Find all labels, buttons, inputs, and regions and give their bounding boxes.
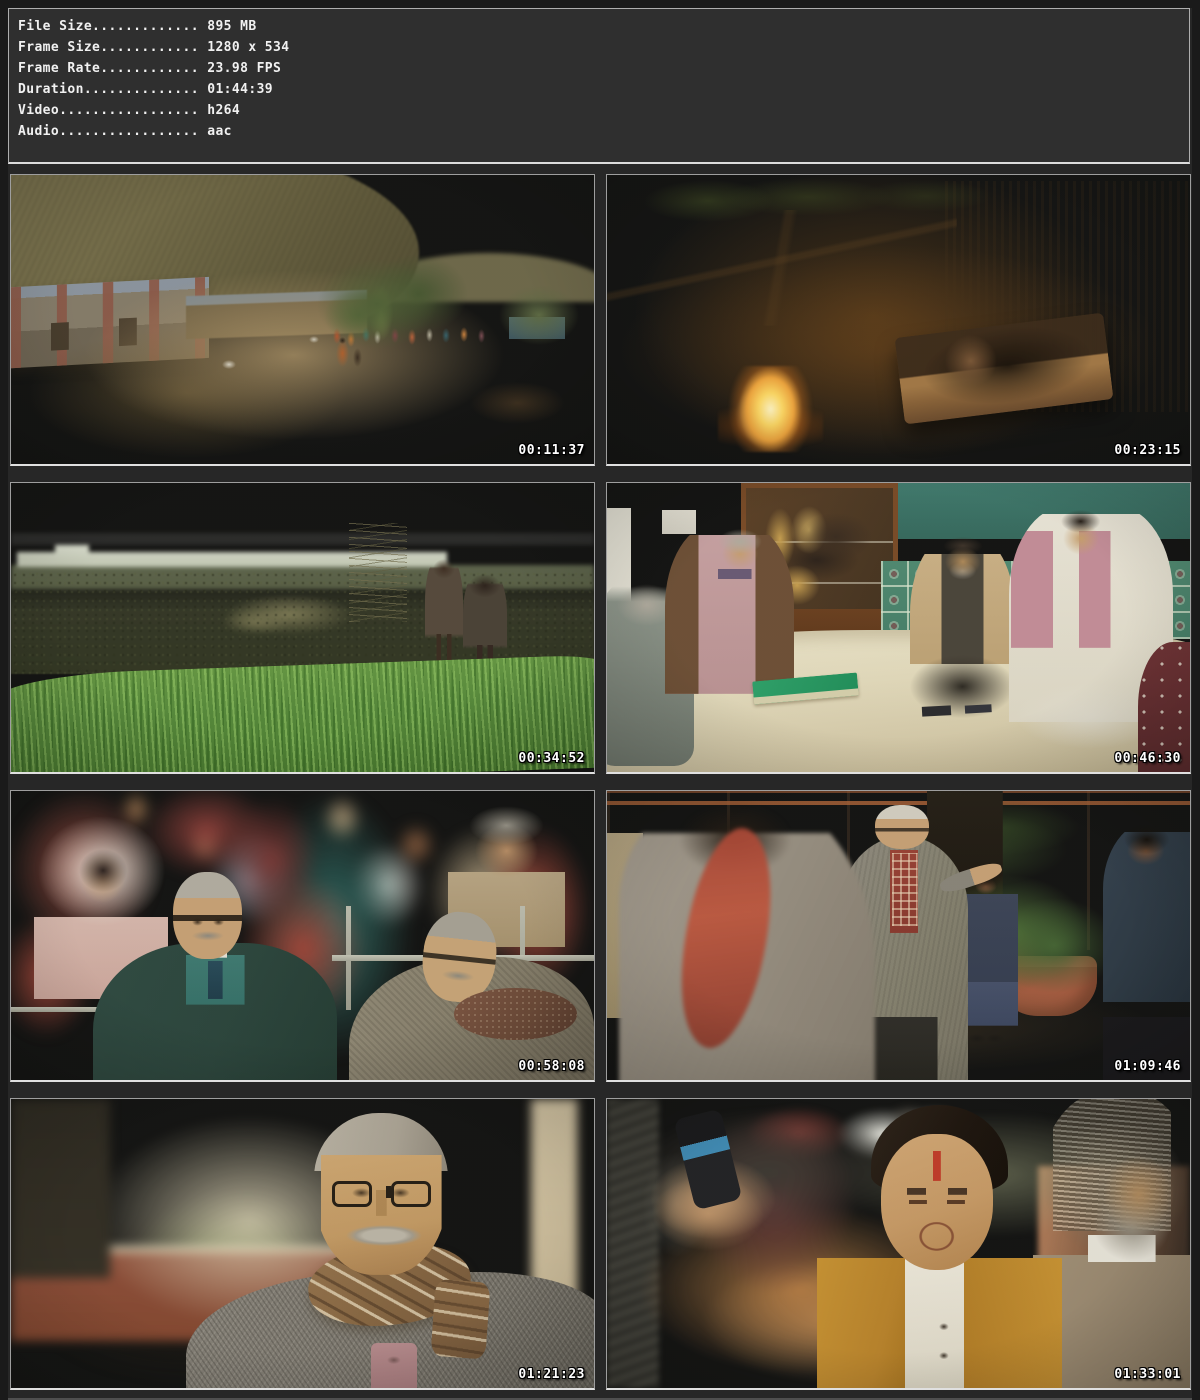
file-info-label: Video................. [18, 103, 207, 118]
scene-brown-scarf [454, 988, 576, 1040]
timestamp-overlay: 00:34:52 [518, 751, 585, 766]
scene-phones [921, 701, 992, 719]
timestamp-overlay: 00:23:15 [1114, 443, 1181, 458]
scene-campfire [718, 366, 823, 453]
file-info-value: 1280 x 534 [207, 40, 289, 55]
screenshot-thumb-5: 00:58:08 [10, 790, 595, 1082]
screenshot-thumb-8: 01:33:01 [606, 1098, 1191, 1390]
scene-man-orange-vest [817, 1105, 1062, 1390]
file-info-row-audio: Audio................. aac [18, 121, 1189, 142]
file-info-label: Audio................. [18, 124, 207, 139]
scene-kid-left [425, 555, 463, 671]
scene-elderly-face [314, 1113, 448, 1275]
scene-man-navy [1103, 820, 1191, 1082]
scene-man-green-suit [93, 872, 338, 1082]
file-info-label: Frame Size............ [18, 40, 207, 55]
screenshot-thumb-6: 01:09:46 [606, 790, 1191, 1082]
timestamp-overlay: 01:21:23 [518, 1367, 585, 1382]
timestamp-overlay: 01:09:46 [1114, 1059, 1181, 1074]
file-info-label: Duration.............. [18, 82, 207, 97]
scene-dry-weeds [349, 523, 407, 621]
file-info-label: Frame Rate............ [18, 61, 207, 76]
timestamp-overlay: 00:58:08 [518, 1059, 585, 1074]
file-info-value: 23.98 FPS [207, 61, 281, 76]
screenshot-thumb-4: 00:46:30 [606, 482, 1191, 774]
file-info-value: h264 [207, 103, 240, 118]
screenshot-thumb-1: 00:11:37 [10, 174, 595, 466]
timestamp-overlay: 00:46:30 [1114, 751, 1181, 766]
file-info-value: aac [207, 124, 232, 139]
file-info-row-framerate: Frame Rate............ 23.98 FPS [18, 58, 1189, 79]
file-info-row-duration: Duration.............. 01:44:39 [18, 79, 1189, 100]
scene-green-crop [10, 654, 595, 774]
scene-hands-holding-mic [642, 1122, 782, 1272]
scene-villagers-trees [11, 175, 594, 464]
screenshot-thumb-3: 00:34:52 [10, 482, 595, 774]
timestamp-overlay: 01:33:01 [1114, 1367, 1181, 1382]
timestamp-overlay: 00:11:37 [518, 443, 585, 458]
screenshot-thumb-2: 00:23:15 [606, 174, 1191, 466]
file-info-panel: File Size............. 895 MB Frame Size… [8, 8, 1190, 164]
screenshot-grid: 00:11:37 00:23:15 00:34:52 00:46:30 [10, 174, 1191, 1390]
file-info-row-filesize: File Size............. 895 MB [18, 16, 1189, 37]
file-info-row-video: Video................. h264 [18, 100, 1189, 121]
file-info-row-framesize: Frame Size............ 1280 x 534 [18, 37, 1189, 58]
screenshot-thumb-7: 01:21:23 [10, 1098, 595, 1390]
file-info-label: File Size............. [18, 19, 207, 34]
file-info-value: 01:44:39 [207, 82, 273, 97]
file-info-value: 895 MB [207, 19, 256, 34]
